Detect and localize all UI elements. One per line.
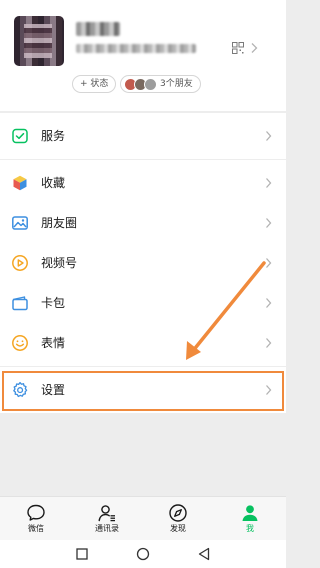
tab-me[interactable]: 我 xyxy=(220,497,280,541)
avatar[interactable] xyxy=(14,16,64,66)
back-triangle-icon[interactable] xyxy=(196,546,212,562)
menu-item-settings[interactable]: 设置 xyxy=(0,367,286,413)
tab-contacts[interactable]: 通讯录 xyxy=(77,497,137,541)
settings-gear-icon xyxy=(13,381,28,398)
blurred-nickname xyxy=(76,22,120,36)
tab-label: 通讯录 xyxy=(95,524,119,533)
contacts-person-icon xyxy=(98,505,115,522)
chevron-right-icon xyxy=(266,131,272,141)
menu-item-label: 设置 xyxy=(41,383,66,397)
blurred-wechat-id xyxy=(76,44,196,53)
me-person-filled-icon xyxy=(242,505,258,521)
qr-code-icon[interactable] xyxy=(232,42,244,54)
cards-wallet-icon xyxy=(12,296,28,311)
chevron-right-icon xyxy=(266,338,272,348)
moments-photo-icon xyxy=(12,216,28,230)
menu-item-service[interactable]: 服务 xyxy=(0,113,286,159)
chevron-right-icon xyxy=(266,385,272,395)
channels-play-icon xyxy=(12,255,28,271)
stickers-smiley-icon xyxy=(12,335,28,351)
chevron-right-icon xyxy=(266,258,272,268)
bottom-tab-bar: 微信 通讯录 发现 我 xyxy=(0,496,286,540)
friend-avatar xyxy=(144,77,157,91)
chevron-right-icon xyxy=(266,298,272,308)
chevron-right-icon xyxy=(266,178,272,188)
compass-icon xyxy=(169,504,187,522)
friends-count-label: 3个朋友 xyxy=(160,79,193,89)
tab-label: 微信 xyxy=(28,524,44,533)
menu-item-label: 表情 xyxy=(41,336,66,350)
menu-item-stickers[interactable]: 表情 xyxy=(0,320,286,366)
recent-apps-square-icon[interactable] xyxy=(74,546,90,562)
tab-label: 我 xyxy=(246,524,254,533)
system-nav-bar xyxy=(0,540,286,568)
chevron-right-icon xyxy=(251,43,258,53)
tab-discover[interactable]: 发现 xyxy=(148,497,208,541)
add-status-button[interactable]: + 状态 xyxy=(72,75,117,93)
profile-header[interactable]: + 状态 3个朋友 xyxy=(0,0,286,111)
service-icon xyxy=(12,128,28,144)
tab-chats[interactable]: 微信 xyxy=(6,497,66,541)
chat-bubble-icon xyxy=(27,504,45,521)
add-status-label: + 状态 xyxy=(80,79,109,89)
chevron-right-icon xyxy=(266,218,272,228)
tab-label: 发现 xyxy=(170,524,186,533)
friends-status-button[interactable]: 3个朋友 xyxy=(120,75,201,93)
home-circle-icon[interactable] xyxy=(135,546,151,562)
menu-item-label: 服务 xyxy=(41,129,66,143)
favorites-cube-icon xyxy=(13,175,27,191)
